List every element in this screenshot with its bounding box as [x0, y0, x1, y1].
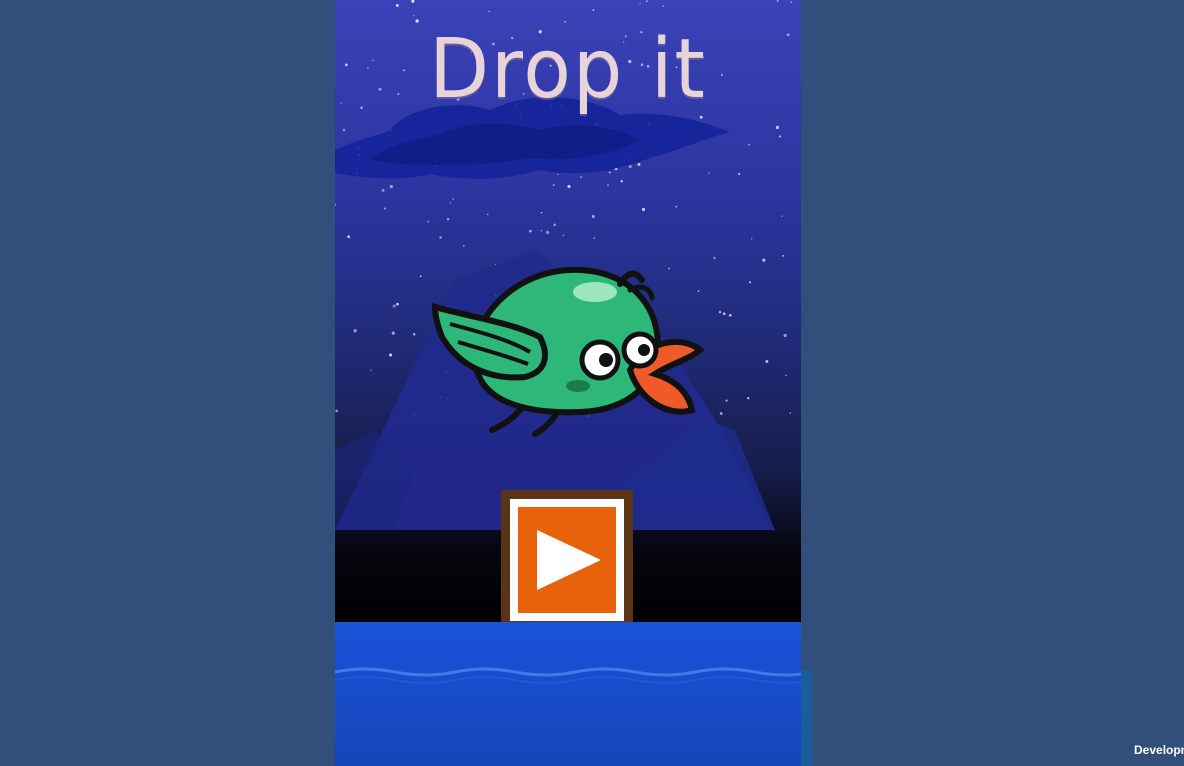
star	[488, 10, 490, 13]
bird-character	[431, 266, 705, 437]
star	[645, 0, 648, 3]
star	[751, 238, 753, 240]
star	[540, 230, 543, 232]
star	[383, 207, 386, 210]
star	[562, 234, 565, 237]
star	[452, 198, 454, 200]
star	[347, 235, 351, 239]
water-edge	[801, 670, 812, 766]
star	[395, 3, 399, 7]
star	[449, 202, 452, 204]
star	[439, 236, 442, 239]
play-button[interactable]	[501, 490, 633, 630]
star	[335, 203, 337, 206]
star	[446, 217, 450, 221]
star	[427, 220, 430, 223]
star	[546, 230, 550, 234]
star	[775, 125, 779, 130]
star	[412, 15, 415, 17]
editor-background: Drop it Develop	[0, 0, 1184, 766]
game-title: Drop it	[429, 22, 707, 117]
star	[593, 237, 596, 239]
star	[662, 5, 665, 7]
water	[335, 622, 801, 766]
star	[738, 172, 741, 176]
star	[463, 245, 465, 247]
star	[675, 205, 678, 208]
star	[487, 213, 489, 216]
star	[540, 212, 543, 214]
development-build-label: Development Build	[1134, 743, 1184, 757]
play-button-face	[518, 507, 616, 613]
star	[529, 229, 532, 233]
water-waves	[335, 667, 801, 684]
star	[776, 0, 779, 2]
star	[591, 215, 595, 218]
play-icon	[537, 530, 601, 590]
star	[411, 0, 415, 3]
star	[781, 215, 783, 217]
star	[553, 223, 557, 227]
star	[790, 1, 792, 3]
star	[779, 135, 782, 138]
star	[639, 2, 641, 4]
star	[592, 9, 595, 12]
star	[748, 143, 750, 146]
play-button-border	[510, 499, 624, 621]
game-view: Drop it	[335, 0, 801, 766]
star	[641, 207, 646, 212]
